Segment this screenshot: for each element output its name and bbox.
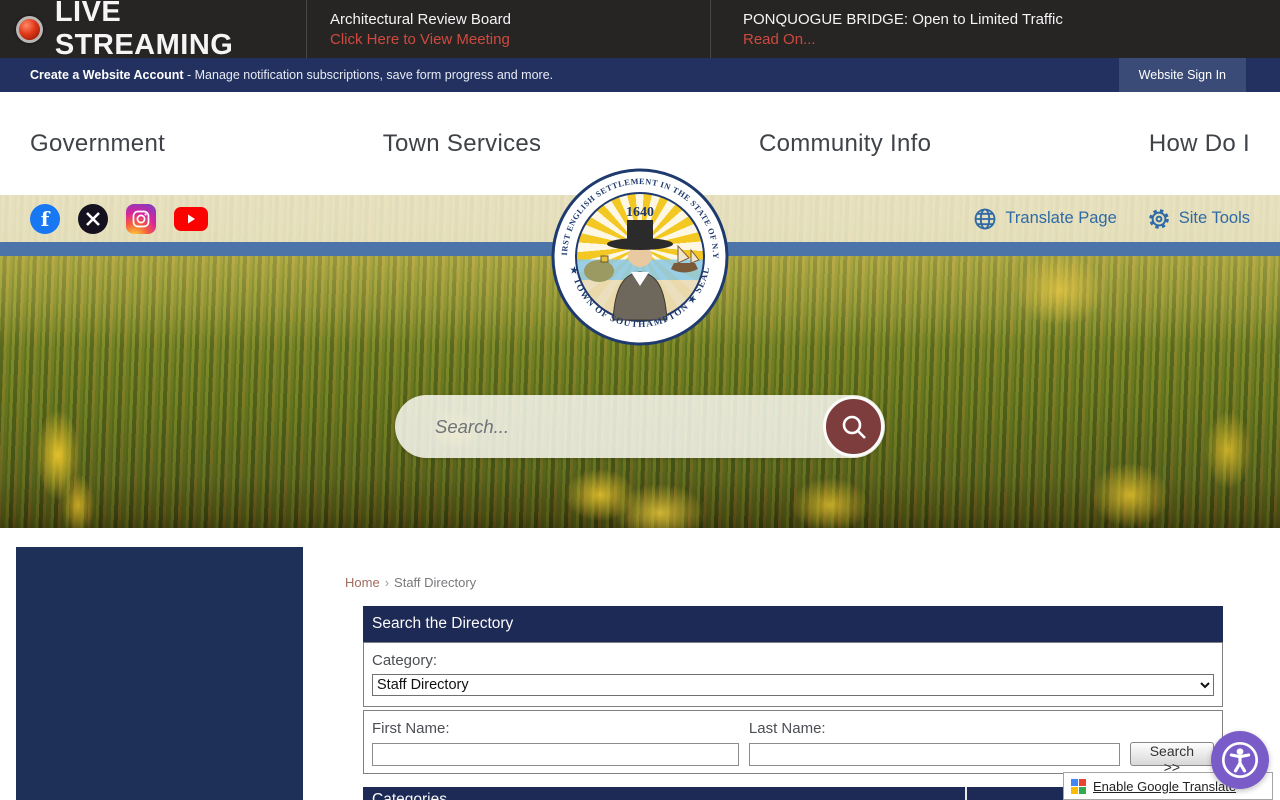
translate-page-button[interactable]: Translate Page <box>973 207 1117 231</box>
nav-item-town-services[interactable]: Town Services <box>383 130 542 158</box>
site-search-button[interactable] <box>823 396 884 457</box>
enable-google-translate-link[interactable]: Enable Google Translate <box>1093 779 1236 794</box>
town-seal-logo[interactable]: 1640 FIRST ENGLISH SETTLEMENT IN THE STA… <box>551 168 729 346</box>
alert-arb: Architectural Review Board Click Here to… <box>307 0 711 58</box>
seal-artwork: 1640 FIRST ENGLISH SETTLEMENT IN THE STA… <box>551 168 729 346</box>
left-sidebar-panel <box>16 547 303 800</box>
facebook-icon[interactable]: f <box>30 203 60 234</box>
live-record-icon <box>16 15 43 43</box>
gear-icon <box>1148 208 1169 229</box>
category-section: Category: Staff Directory <box>363 642 1223 707</box>
site-tools-button[interactable]: Site Tools <box>1147 207 1250 231</box>
name-search-section: First Name: Last Name: Search >> <box>363 710 1223 775</box>
website-sign-in-button[interactable]: Website Sign In <box>1118 58 1246 92</box>
create-account-desc: - Manage notification subscriptions, sav… <box>183 68 554 82</box>
accessibility-button[interactable] <box>1211 731 1269 789</box>
google-icon <box>1071 778 1086 794</box>
staff-directory-search-panel: Search the Directory Category: Staff Dir… <box>363 606 1223 800</box>
nav-item-how-do-i[interactable]: How Do I <box>1149 130 1250 158</box>
accessibility-icon <box>1222 742 1258 778</box>
category-label: Category: <box>372 652 438 669</box>
x-twitter-icon[interactable] <box>78 203 108 234</box>
breadcrumb-separator: › <box>384 575 390 590</box>
alert-bridge: PONQUOGUE BRIDGE: Open to Limited Traffi… <box>711 0 1280 58</box>
live-streaming-label: LIVE STREAMING <box>54 0 234 61</box>
create-account-link[interactable]: Create a Website Account <box>30 68 184 82</box>
alert-link[interactable]: Click Here to View Meeting <box>330 31 710 48</box>
panel-header: Search the Directory <box>363 606 1223 642</box>
first-name-label: First Name: <box>372 720 450 737</box>
utility-links: Translate Page Site Tools <box>973 207 1250 231</box>
site-search-input[interactable] <box>435 395 805 458</box>
last-name-input[interactable] <box>748 743 1120 766</box>
globe-icon <box>975 208 996 229</box>
social-icons: f <box>30 203 208 234</box>
directory-search-button[interactable]: Search >> <box>1129 742 1214 775</box>
alert-topbar: LIVE STREAMING Architectural Review Boar… <box>0 0 1280 61</box>
first-name-input[interactable] <box>372 743 739 766</box>
category-select[interactable]: Staff Directory <box>372 674 1214 696</box>
breadcrumb: Home › Staff Directory <box>345 575 1223 590</box>
breadcrumb-home-link[interactable]: Home <box>345 575 380 590</box>
last-name-group: Last Name: <box>748 720 1120 766</box>
seal-year: 1640 <box>626 205 654 220</box>
live-streaming-section[interactable]: LIVE STREAMING <box>0 0 307 61</box>
breadcrumb-current: Staff Directory <box>394 575 477 590</box>
account-bar: Create a Website Account - Manage notifi… <box>0 58 1280 92</box>
translate-page-label: Translate Page <box>1005 209 1117 227</box>
alert-title: Architectural Review Board <box>330 10 511 28</box>
first-name-group: First Name: <box>372 720 739 766</box>
site-search <box>395 395 885 458</box>
instagram-icon[interactable] <box>126 203 156 234</box>
nav-item-government[interactable]: Government <box>30 130 165 158</box>
main-column: Home › Staff Directory Search the Director… <box>345 575 1223 800</box>
create-account-text[interactable]: Create a Website Account - Manage notifi… <box>0 68 553 82</box>
alert-link[interactable]: Read On... <box>743 31 1280 48</box>
nav-item-community-info[interactable]: Community Info <box>759 130 931 158</box>
magnifier-icon <box>842 415 866 439</box>
hero-banner: f Translate Page Site Tools 1640 IRST EN… <box>0 168 1280 528</box>
alert-title: PONQUOGUE BRIDGE: Open to Limited Traffi… <box>743 10 1063 28</box>
site-tools-label: Site Tools <box>1178 209 1250 227</box>
youtube-icon[interactable] <box>174 206 208 231</box>
page-content: Home › Staff Directory Search the Director… <box>0 528 1280 800</box>
last-name-label: Last Name: <box>748 720 826 737</box>
